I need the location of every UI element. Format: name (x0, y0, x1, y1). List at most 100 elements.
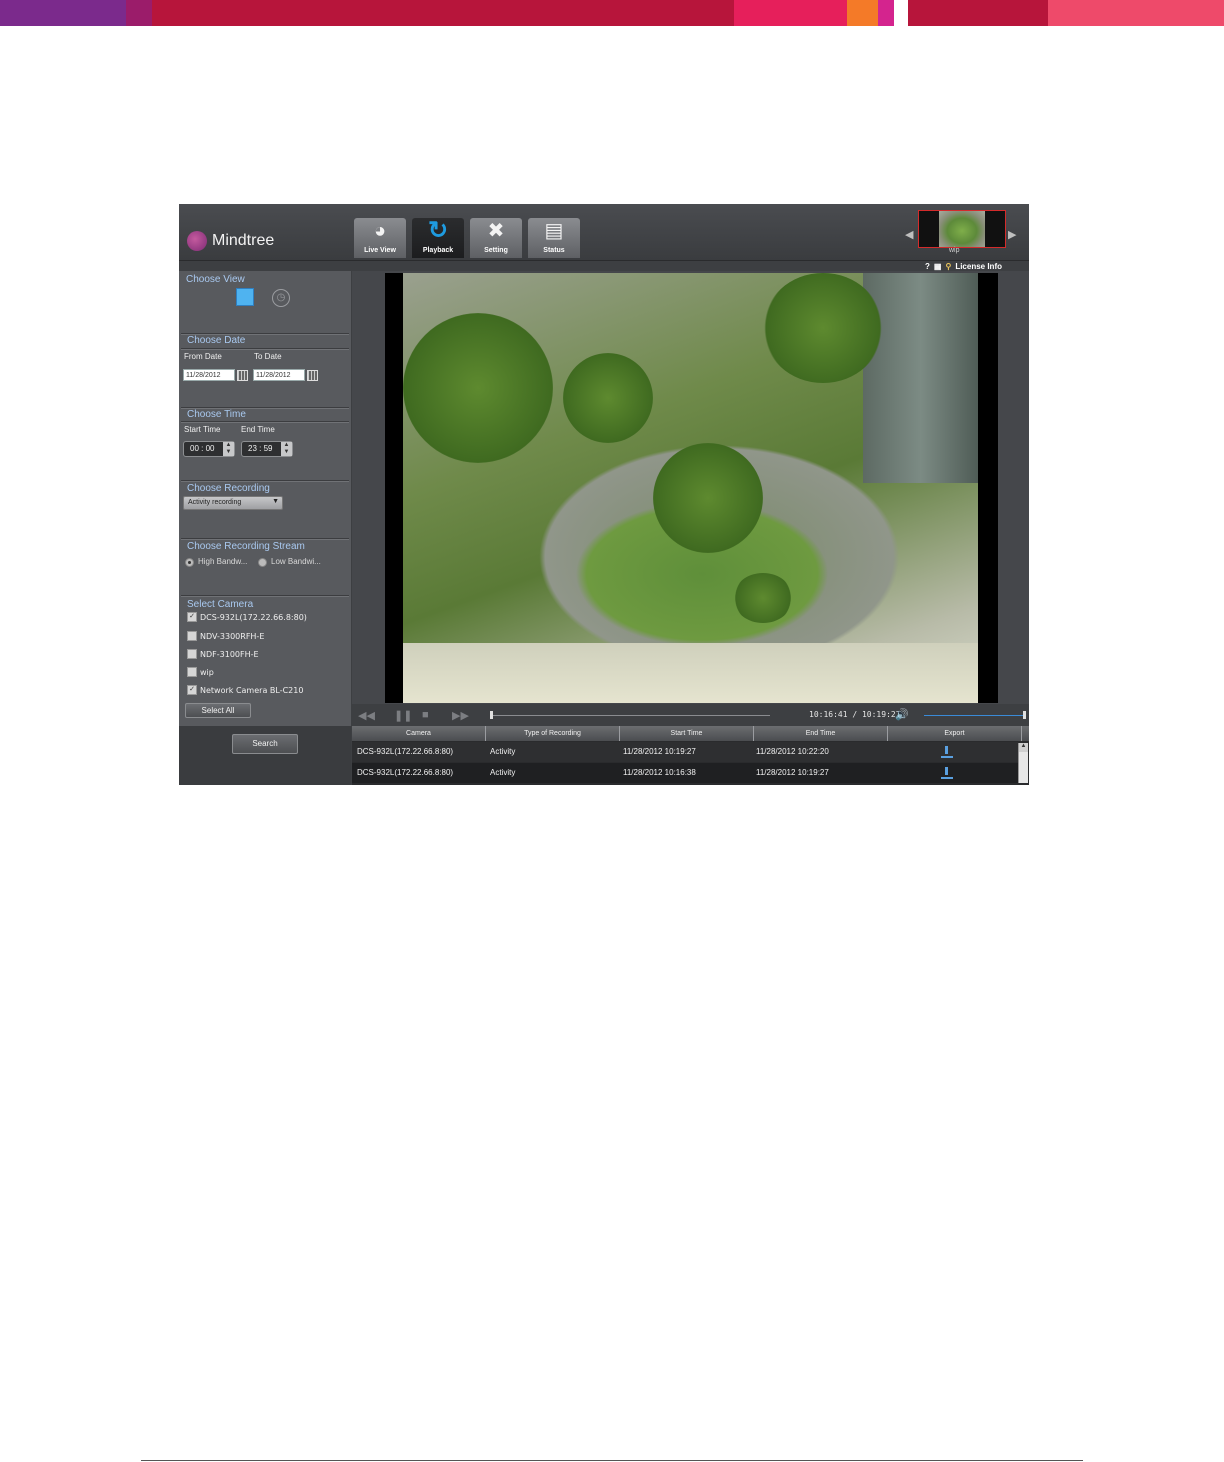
cell-start: 11/28/2012 10:16:38 (623, 768, 696, 777)
table-header: Camera Type of Recording Start Time End … (352, 726, 1029, 741)
section-divider (181, 595, 349, 597)
choose-view-title: Choose View (186, 274, 245, 285)
tab-setting[interactable]: ✖ Setting (470, 218, 522, 258)
table-scrollbar[interactable]: ▲ (1018, 743, 1028, 783)
table-row[interactable]: DCS-932L(172.22.66.8:80) Activity 11/28/… (352, 763, 1018, 783)
export-icon[interactable] (941, 767, 953, 779)
thumb-next-arrow-icon[interactable]: ▶ (1008, 228, 1016, 241)
stepper-arrows-icon[interactable]: ▲ ▼ (223, 442, 234, 456)
video-building (863, 273, 978, 483)
camera-thumbnail-image (939, 211, 985, 247)
scroll-up-icon[interactable]: ▲ (1019, 743, 1028, 752)
playback-time: 10:16:41 / 10:19:27 (809, 710, 901, 719)
camera-label: DCS-932L(172.22.66.8:80) (200, 613, 307, 622)
volume-icon[interactable]: 🔊 (895, 708, 909, 721)
column-header[interactable]: Start Time (620, 726, 754, 741)
camera-thumbnail[interactable] (918, 210, 1006, 248)
help-icon[interactable]: ? (925, 262, 930, 271)
camera-label: NDF-3100FH-E (200, 650, 259, 659)
cell-export (884, 742, 1017, 762)
end-time-value: 23 : 59 (248, 444, 273, 453)
search-button[interactable]: Search (232, 734, 298, 754)
table-row[interactable]: DCS-932L(172.22.66.8:80) Activity 11/28/… (352, 742, 1018, 762)
search-area: Search (179, 726, 351, 785)
video-tree (653, 443, 763, 553)
single-view-icon[interactable] (236, 288, 254, 306)
document-icon: ▤ (544, 220, 564, 242)
select-camera-title: Select Camera (187, 599, 254, 610)
end-time-stepper[interactable]: 23 : 59 ▲ ▼ (241, 441, 293, 457)
video-player[interactable] (352, 271, 1029, 704)
video-tree (403, 313, 553, 463)
choose-stream-title: Choose Recording Stream (187, 541, 305, 552)
tab-label: Status (543, 247, 565, 254)
column-header[interactable]: Camera (352, 726, 486, 741)
from-date-field[interactable]: 11/28/2012 (183, 369, 235, 381)
recording-type-select[interactable]: Activity recording ▼ (183, 496, 283, 510)
seek-track[interactable] (492, 715, 770, 716)
mindtree-logo-icon (187, 231, 207, 251)
tab-status[interactable]: ▤ Status (528, 218, 580, 258)
choose-time-title: Choose Time (187, 409, 246, 420)
tab-playback[interactable]: ↻ Playback (412, 218, 464, 258)
to-date-field[interactable]: 11/28/2012 (253, 369, 305, 381)
tools-icon: ✖ (487, 220, 505, 242)
camera-thumbnail-caption: wip (949, 247, 960, 254)
select-all-button[interactable]: Select All (185, 703, 251, 718)
cell-type: Activity (490, 768, 516, 777)
camera-video-frame (403, 273, 978, 703)
volume-slider[interactable] (924, 715, 1026, 716)
camera-checkbox[interactable] (187, 667, 197, 677)
column-header[interactable]: End Time (754, 726, 888, 741)
brand-name: Mindtree (212, 232, 275, 249)
choose-recording-title: Choose Recording (187, 483, 270, 494)
export-icon[interactable] (941, 746, 953, 758)
header-color-band (0, 0, 1224, 26)
tab-label: Playback (422, 247, 454, 254)
cell-end: 11/28/2012 10:22:20 (756, 747, 829, 756)
tab-label: Live View (364, 247, 396, 254)
layout-icon[interactable]: ▦ (934, 262, 942, 271)
stepper-arrows-icon[interactable]: ▲ ▼ (281, 442, 292, 456)
playback-app-window: Mindtree ◕ Live View ↻ Playback ✖ Settin… (179, 204, 1029, 785)
dome-camera-icon: ◕ (373, 220, 387, 242)
camera-label: NDV-3300RFH-E (200, 632, 265, 641)
seek-handle[interactable] (490, 711, 493, 719)
video-tree (763, 273, 883, 383)
license-info-link[interactable]: License Info (955, 262, 1002, 271)
volume-handle[interactable] (1023, 711, 1026, 719)
camera-checkbox[interactable]: ✓ (187, 612, 197, 622)
camera-checkbox[interactable] (187, 631, 197, 641)
calendar-icon[interactable] (237, 370, 248, 381)
rewind-icon[interactable]: ◀◀ (358, 709, 375, 722)
start-time-label: Start Time (184, 425, 221, 434)
start-time-stepper[interactable]: 00 : 00 ▲ ▼ (183, 441, 235, 457)
refresh-icon: ↻ (427, 217, 449, 244)
end-time-label: End Time (241, 425, 275, 434)
filter-panel: Choose View ◷ Choose Date From Date To D… (179, 271, 351, 726)
video-foreground-ledge (403, 643, 978, 703)
stop-icon[interactable]: ■ (422, 709, 429, 721)
column-header[interactable]: Export (888, 726, 1022, 741)
column-header[interactable]: Type of Recording (486, 726, 620, 741)
utility-links: ? ▦ ⚲ License Info (925, 261, 1002, 271)
start-time-value: 00 : 00 (190, 444, 215, 453)
pause-icon[interactable]: ❚❚ (394, 709, 412, 722)
cell-export (884, 763, 1017, 783)
recording-type-value: Activity recording (188, 499, 242, 506)
section-divider (181, 480, 349, 482)
fast-forward-icon[interactable]: ▶▶ (452, 709, 469, 722)
thumb-prev-arrow-icon[interactable]: ◀ (905, 228, 913, 241)
section-divider (181, 421, 349, 423)
choose-date-title: Choose Date (187, 335, 246, 346)
tab-live-view[interactable]: ◕ Live View (354, 218, 406, 258)
calendar-icon[interactable] (307, 370, 318, 381)
page-footer-rule (141, 1460, 1083, 1461)
camera-checkbox[interactable]: ✓ (187, 685, 197, 695)
high-bandwidth-radio[interactable] (185, 558, 194, 567)
timeline-view-icon[interactable]: ◷ (272, 289, 290, 307)
cell-end: 11/28/2012 10:19:27 (756, 768, 829, 777)
key-icon: ⚲ (945, 261, 952, 271)
camera-checkbox[interactable] (187, 649, 197, 659)
low-bandwidth-radio[interactable] (258, 558, 267, 567)
